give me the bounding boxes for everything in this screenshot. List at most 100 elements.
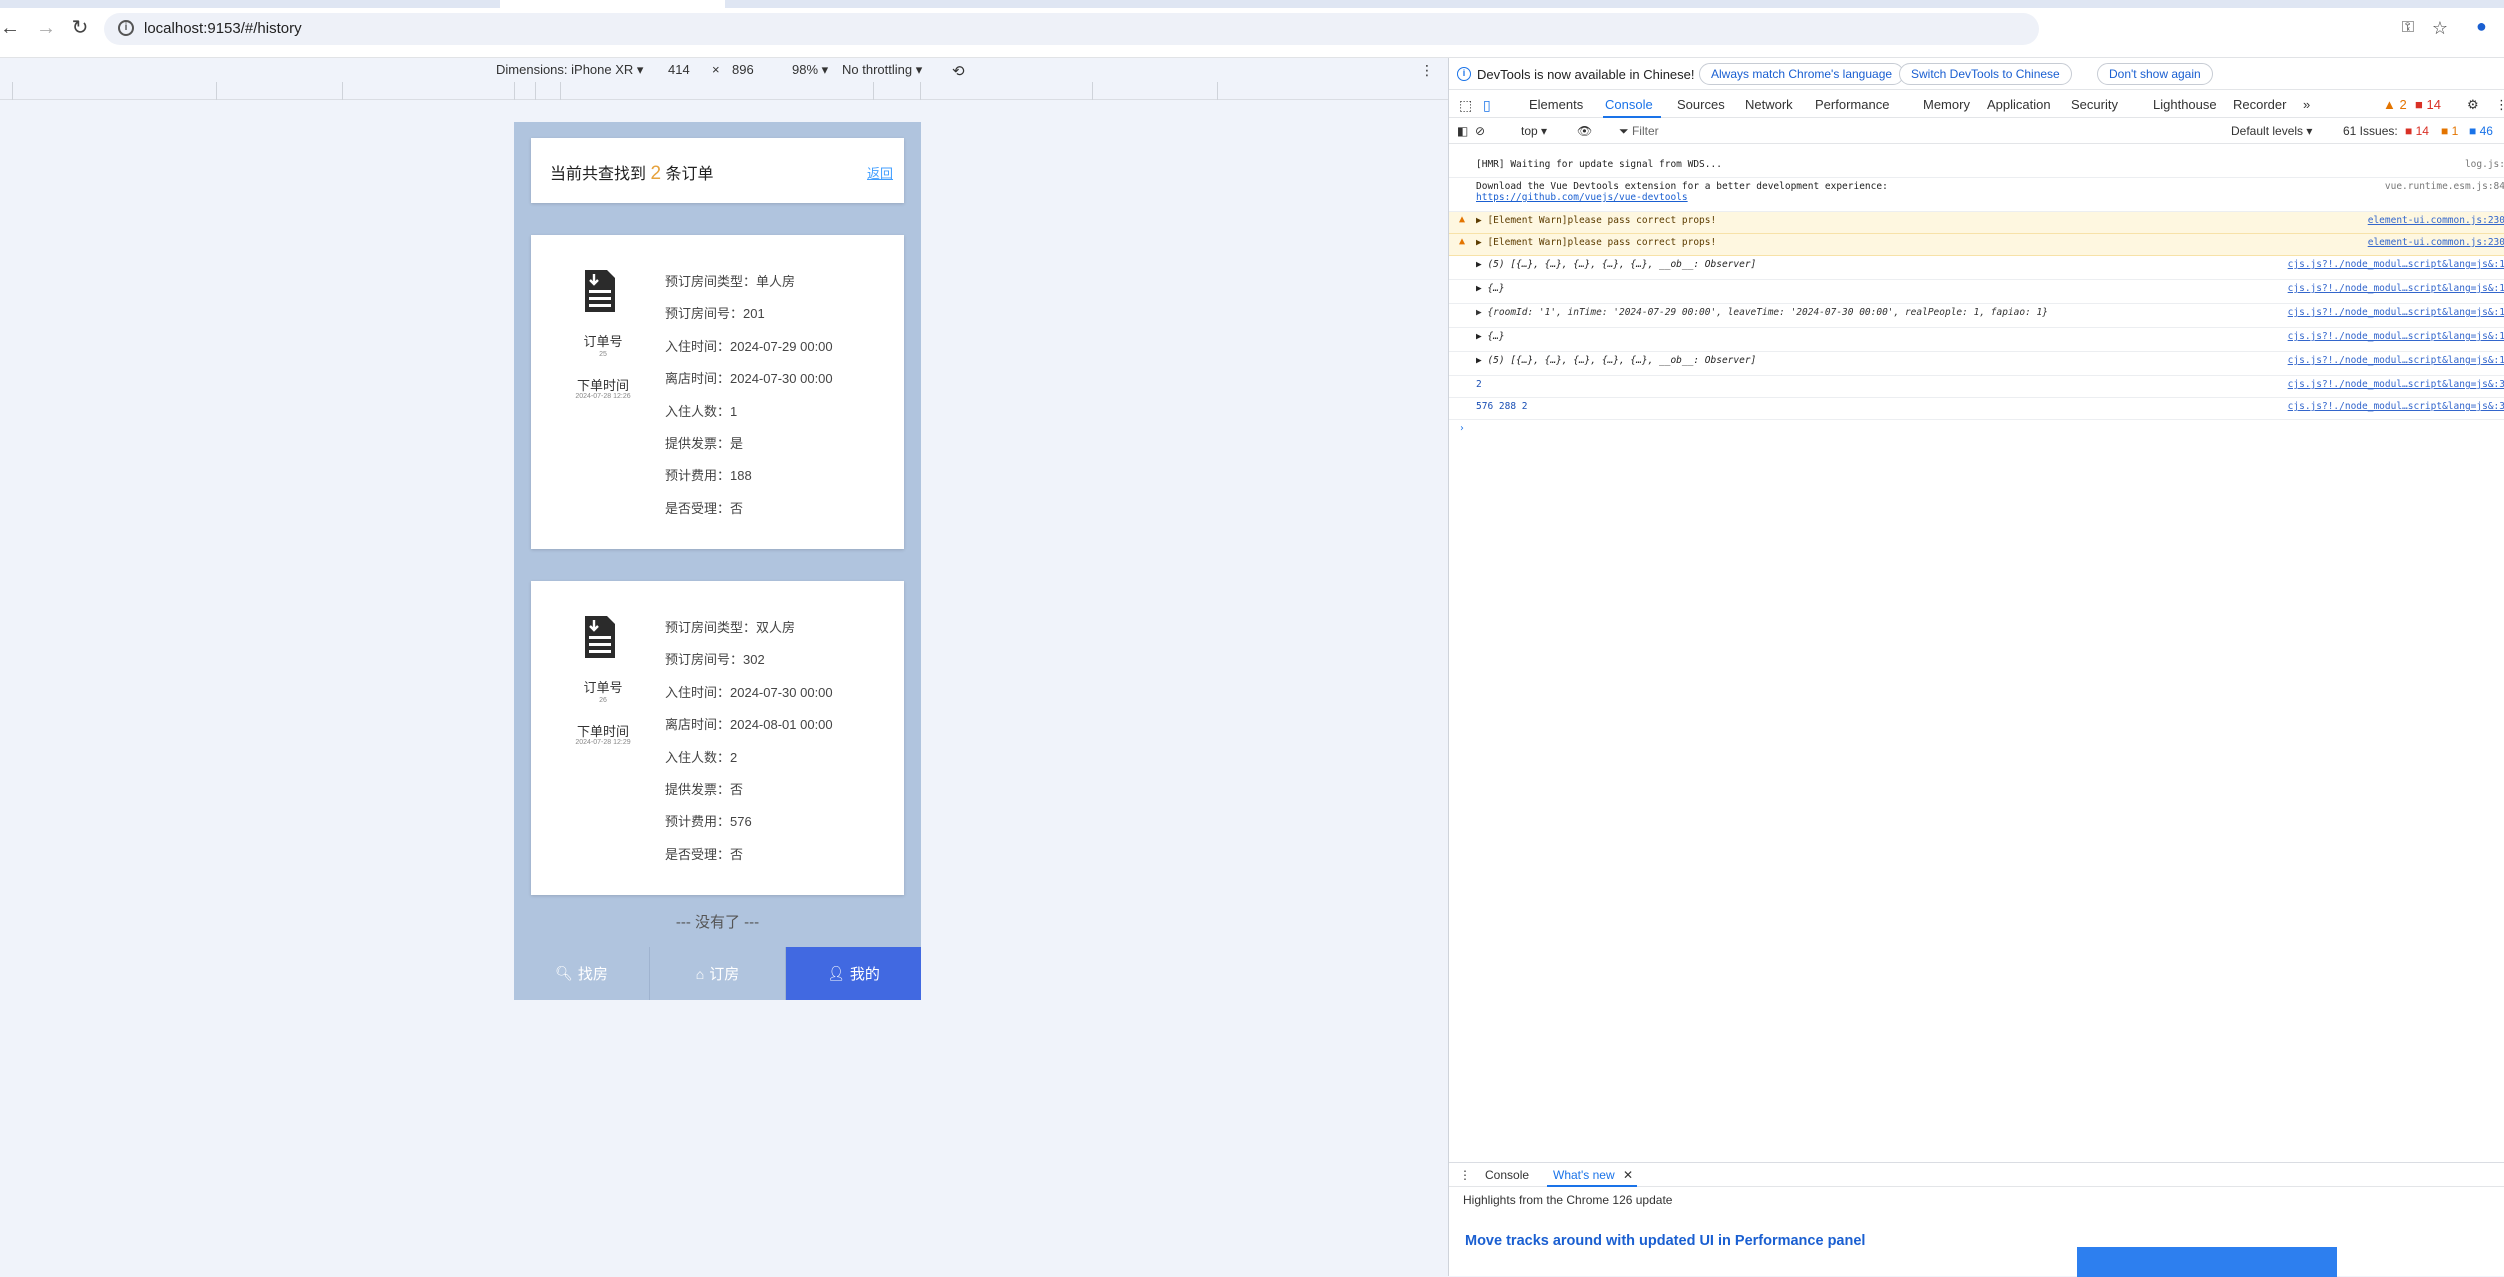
issue-errors-badge[interactable]: ■ 14 [2405,124,2429,138]
message-source[interactable]: cjs.js?!./node_modul…script&lang=js&:1 [2288,355,2504,366]
drawer-menu-icon[interactable]: ⋮ [1459,1168,1471,1182]
active-tab[interactable] [500,0,725,8]
warning-badge[interactable]: ▲ 2 [2383,97,2407,112]
message-source[interactable]: cjs.js?!./node_modul…script&lang=js&:3 [2288,401,2504,412]
throttling-select[interactable]: No throttling ▾ [842,62,922,78]
key-icon[interactable]: ⚿ [2398,18,2418,38]
message-source[interactable]: cjs.js?!./node_modul…script&lang=js&:1 [2288,331,2504,342]
back-icon[interactable]: ← [0,18,20,38]
rotate-icon[interactable]: ⟲ [952,62,965,80]
tab-performance[interactable]: Performance [1815,97,1889,112]
height-input[interactable]: 896 [732,62,754,77]
room-type: 预订房间类型：单人房 [665,274,796,289]
ruler-mark [12,82,13,100]
tab-memory[interactable]: Memory [1923,97,1970,112]
tab-security[interactable]: Security [2071,97,2118,112]
console-message[interactable]: 2 cjs.js?!./node_modul…script&lang=js&:3 [1449,376,2504,398]
message-source[interactable]: cjs.js?!./node_modul…script&lang=js&:1 [2288,283,2504,294]
levels-select[interactable]: Default levels ▾ [2231,124,2312,138]
tab-lighthouse[interactable]: Lighthouse [2153,97,2217,112]
console-message[interactable]: [HMR] Waiting for update signal from WDS… [1449,156,2504,178]
message-source[interactable]: element-ui.common.js:230 [2368,237,2504,248]
issue-warnings-badge[interactable]: ■ 1 [2441,124,2458,138]
message-source[interactable]: vue.runtime.esm.js:84 [2385,181,2504,192]
tab-mine[interactable]: 👤︎ 我的 [786,947,921,1000]
order-count: 2 [650,163,662,184]
tab-label: 找房 [577,966,608,983]
address-bar[interactable]: i localhost:9153/#/history [104,13,2039,45]
message-source[interactable]: log.js: [2465,159,2504,170]
no-more-text: --- 没有了 --- [675,914,760,931]
more-menu-icon[interactable]: ⋮ [1420,62,1434,79]
invoice: 提供发票：是 [665,435,744,451]
tab-console[interactable]: Console [1605,97,1653,112]
device-mode-icon[interactable]: ▯ [1483,97,1491,114]
profile-icon[interactable]: ● [2476,16,2500,40]
message-text: ▶ {roomId: '1', inTime: '2024-07-29 00:0… [1476,307,2048,318]
message-source[interactable]: cjs.js?!./node_modul…script&lang=js&:3 [2288,379,2504,390]
vue-devtools-link[interactable]: https://github.com/vuejs/vue-devtools [1476,192,1688,203]
back-link[interactable]: 返回 [867,163,893,182]
console-message[interactable]: Download the Vue Devtools extension for … [1449,178,2504,212]
star-icon[interactable]: ☆ [2430,18,2450,38]
context-label: top [1521,124,1538,138]
drawer-tab-console[interactable]: Console [1485,1168,1529,1182]
forward-icon[interactable]: → [36,18,56,38]
dimensions-label: Dimensions: iPhone XR [496,62,634,77]
width-input[interactable]: 414 [668,62,690,77]
inspect-icon[interactable]: ⬚ [1459,97,1472,114]
dont-show-button[interactable]: Don't show again [2097,63,2213,85]
console-message[interactable]: ▶ (5) [{…}, {…}, {…}, {…}, {…}, __ob__: … [1449,352,2504,376]
console-prompt[interactable]: › [1449,420,2504,440]
message-text: ▶ [Element Warn]please pass correct prop… [1476,237,1717,248]
tab-label: 订房 [709,966,740,983]
settings-icon[interactable]: ⚙ [2467,97,2479,113]
context-select[interactable]: top ▾ [1521,124,1547,138]
error-badge[interactable]: ■ 14 [2415,97,2441,112]
url-text[interactable]: localhost:9153/#/history [144,20,302,37]
console-message[interactable]: 576 288 2 cjs.js?!./node_modul…script&la… [1449,398,2504,420]
console-warning[interactable]: ▲ ▶ [Element Warn]please pass correct pr… [1449,212,2504,234]
tab-recorder[interactable]: Recorder [2233,97,2286,112]
sidebar-toggle-icon[interactable]: ◧ [1457,124,1468,138]
order-details: 预订房间类型：单人房 预订房间号：201 入住时间：2024-07-29 00:… [665,271,833,530]
issue-info-badge[interactable]: ■ 46 [2469,124,2493,138]
tab-elements[interactable]: Elements [1529,97,1583,112]
console-message[interactable]: ▶ (5) [{…}, {…}, {…}, {…}, {…}, __ob__: … [1449,256,2504,280]
warning-icon: ▲ [1459,214,1466,225]
message-source[interactable]: cjs.js?!./node_modul…script&lang=js&:1 [2288,307,2504,318]
message-source[interactable]: cjs.js?!./node_modul…script&lang=js&:1 [2288,259,2504,270]
match-language-button[interactable]: Always match Chrome's language [1699,63,1905,85]
tab-sources[interactable]: Sources [1677,97,1725,112]
message-source[interactable]: element-ui.common.js:230 [2368,215,2504,226]
whats-new-thumbnail[interactable] [2077,1247,2337,1277]
more-menu-icon[interactable]: ⋮ [2495,97,2504,113]
dimensions-select[interactable]: Dimensions: iPhone XR ▾ [496,62,643,78]
tab-book-room[interactable]: ⌂ 订房 [650,947,786,1000]
whats-new-headline[interactable]: Move tracks around with updated UI in Pe… [1465,1233,1865,1249]
info-icon[interactable]: i [118,20,134,36]
console-message[interactable]: ▶ {roomId: '1', inTime: '2024-07-29 00:0… [1449,304,2504,328]
close-icon[interactable]: ✕ [1623,1168,1633,1182]
tab-network[interactable]: Network [1745,97,1793,112]
eye-icon[interactable]: 👁︎ [1577,124,1592,138]
drawer-tab-whats-new[interactable]: What's new [1553,1168,1615,1182]
times-sign: × [712,62,720,77]
console-message[interactable]: ▶ {…} cjs.js?!./node_modul…script&lang=j… [1449,328,2504,352]
message-text: 576 288 2 [1476,401,1528,412]
reload-icon[interactable]: ↻ [70,18,90,38]
clear-console-icon[interactable]: ⊘ [1475,124,1485,138]
switch-chinese-button[interactable]: Switch DevTools to Chinese [1899,63,2072,85]
summary-suffix: 条订单 [665,166,714,183]
tab-application[interactable]: Application [1987,97,2051,112]
more-tabs-icon[interactable]: » [2303,97,2310,112]
info-icon: i [1457,67,1471,81]
tab-find-room[interactable]: 🔍︎ 找房 [514,947,650,1000]
media-query-ruler[interactable] [0,82,1448,100]
ruler-mark [920,82,921,100]
issues-label[interactable]: 61 Issues: [2343,124,2398,138]
filter-input[interactable]: ⏷ Filter [1619,124,1659,139]
console-warning[interactable]: ▲ ▶ [Element Warn]please pass correct pr… [1449,234,2504,256]
console-message[interactable]: ▶ {…} cjs.js?!./node_modul…script&lang=j… [1449,280,2504,304]
zoom-select[interactable]: 98% ▾ [792,62,828,78]
